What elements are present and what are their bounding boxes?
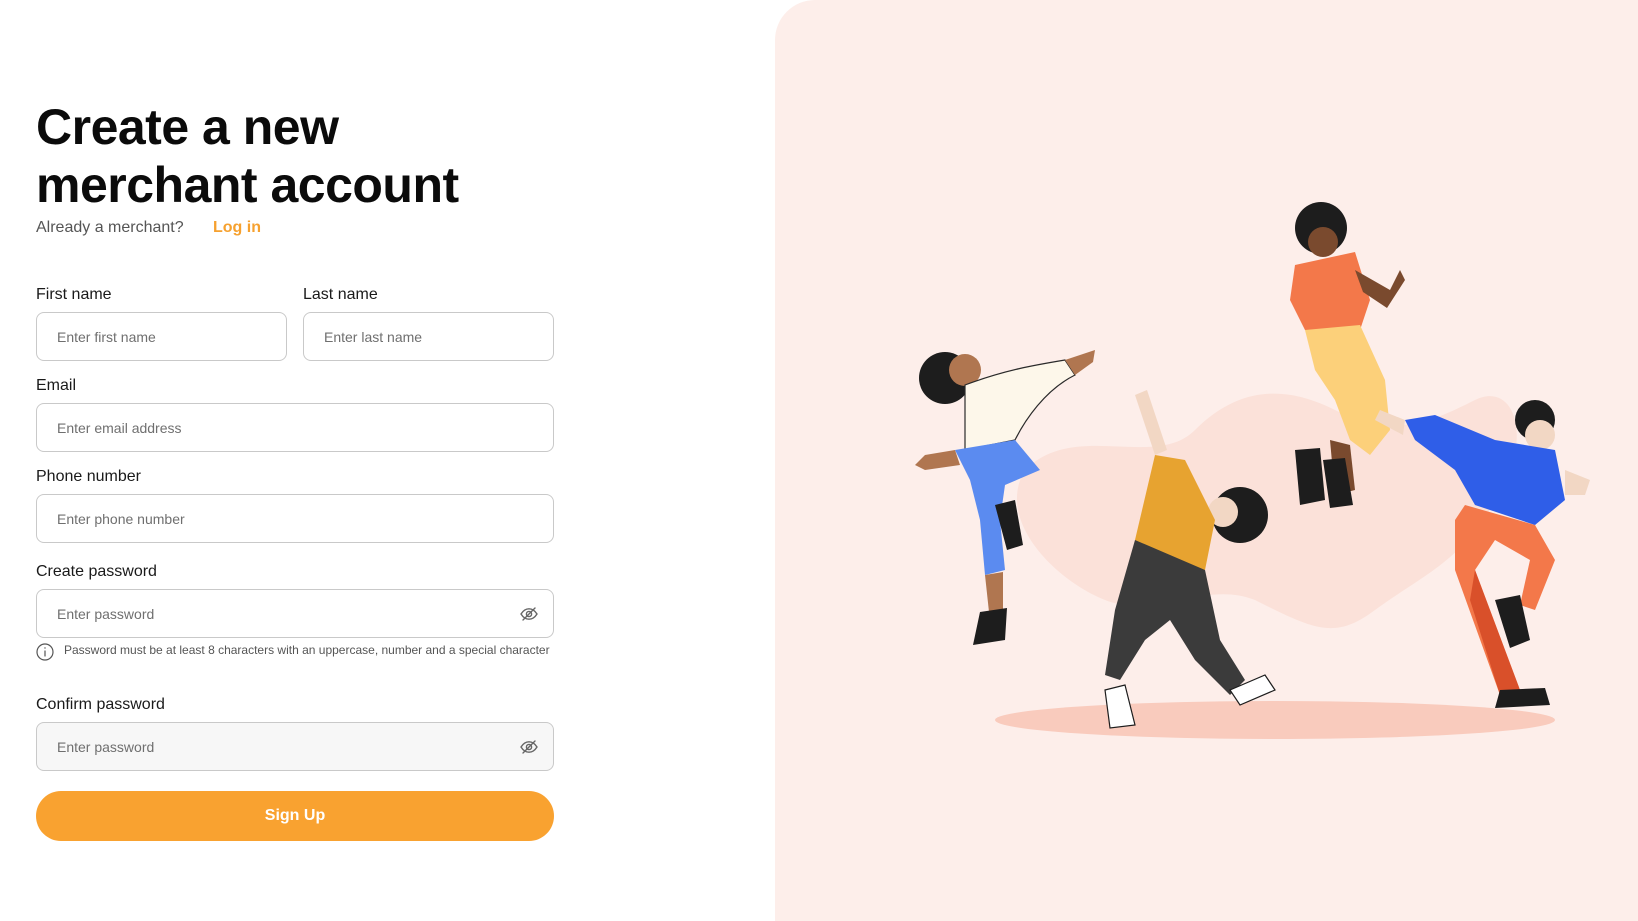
email-label: Email — [36, 377, 77, 394]
eye-off-icon[interactable] — [519, 737, 539, 757]
page-title-line1: Create a new — [36, 99, 339, 155]
signup-form-pane: Create a new merchant account Already a … — [0, 0, 775, 921]
create-password-label: Create password — [36, 563, 157, 580]
phone-label: Phone number — [36, 468, 141, 485]
dancing-people-illustration — [915, 202, 1590, 739]
confirm-password-label: Confirm password — [36, 696, 165, 713]
first-name-label: First name — [36, 286, 112, 303]
page-title-line2: merchant account — [36, 157, 459, 213]
illustration-pane — [775, 0, 1638, 921]
phone-field[interactable] — [36, 494, 554, 543]
first-name-input[interactable] — [57, 328, 266, 345]
create-password-input[interactable] — [57, 605, 533, 622]
phone-input[interactable] — [57, 510, 533, 527]
page-title: Create a new merchant account — [36, 98, 459, 214]
eye-off-icon[interactable] — [519, 604, 539, 624]
password-hint: Password must be at least 8 characters w… — [36, 643, 556, 661]
email-input[interactable] — [57, 419, 533, 436]
sign-up-button[interactable]: Sign Up — [36, 791, 554, 841]
password-hint-text: Password must be at least 8 characters w… — [64, 643, 550, 657]
create-password-field[interactable] — [36, 589, 554, 638]
confirm-password-field[interactable] — [36, 722, 554, 771]
email-field[interactable] — [36, 403, 554, 452]
login-link[interactable]: Log in — [213, 219, 261, 237]
first-name-field[interactable] — [36, 312, 287, 361]
info-icon — [36, 643, 54, 661]
already-merchant-text: Already a merchant? — [36, 219, 184, 236]
last-name-field[interactable] — [303, 312, 554, 361]
last-name-label: Last name — [303, 286, 378, 303]
confirm-password-input[interactable] — [57, 738, 533, 755]
last-name-input[interactable] — [324, 328, 533, 345]
